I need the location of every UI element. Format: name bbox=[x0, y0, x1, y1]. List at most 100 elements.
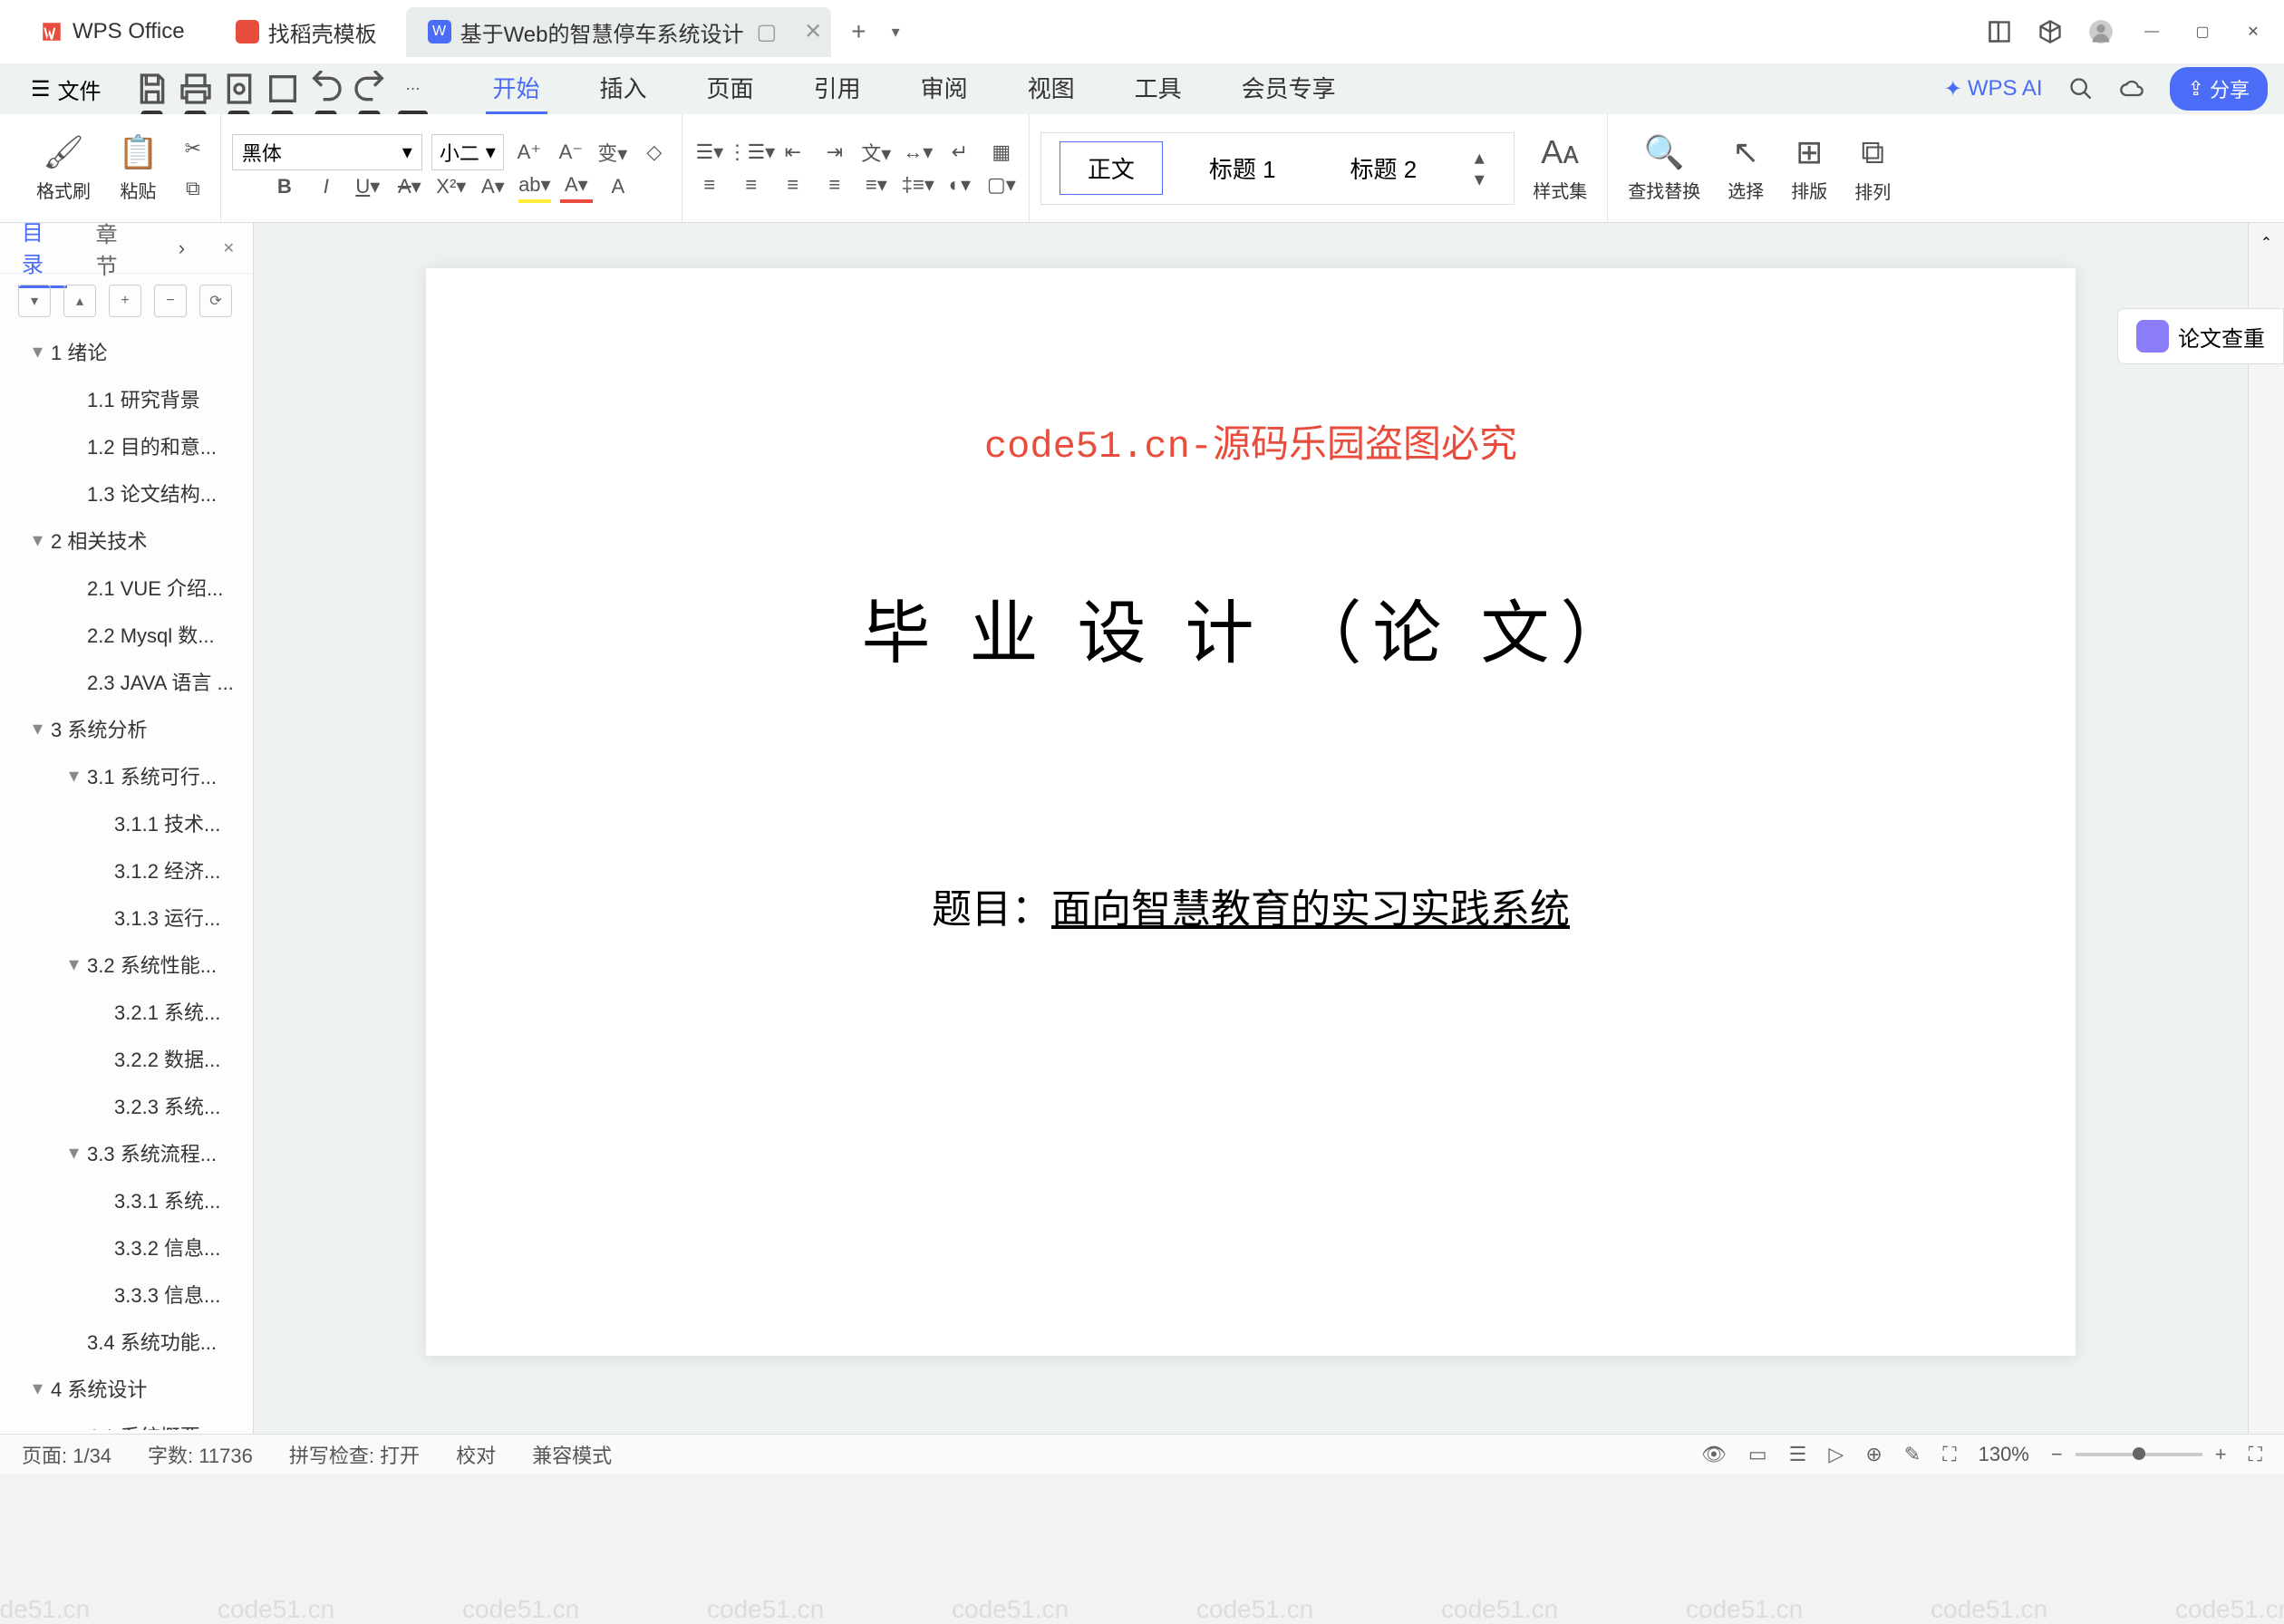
clear-format-icon[interactable]: ◇ bbox=[638, 136, 671, 169]
increase-font-icon[interactable]: A⁺ bbox=[513, 136, 546, 169]
align-right-icon[interactable]: ≡ bbox=[777, 169, 809, 201]
more-icon[interactable]: ⋯00 bbox=[395, 71, 431, 107]
highlight-icon[interactable]: ab▾ bbox=[518, 170, 551, 203]
outline-item[interactable]: 4.1 系统概要... bbox=[0, 1412, 253, 1430]
status-proof[interactable]: 校对 bbox=[456, 1440, 496, 1469]
menu-tab-vip[interactable]: 会员专享K bbox=[1234, 63, 1343, 114]
arrange-button[interactable]: ⊞排版 bbox=[1782, 130, 1836, 207]
font-size-select[interactable]: 小二▾ bbox=[431, 134, 504, 170]
eye-icon[interactable]: 👁 bbox=[1701, 1443, 1727, 1466]
zoom-in-icon[interactable]: + bbox=[2215, 1443, 2227, 1466]
fit-icon[interactable]: ⛶ bbox=[1942, 1443, 1956, 1466]
style-scroll-up-icon[interactable]: ▴ bbox=[1463, 149, 1495, 167]
remove-icon[interactable]: − bbox=[154, 285, 187, 317]
outline-item[interactable]: 3.3.2 信息... bbox=[0, 1223, 253, 1271]
preview-icon[interactable]: 4 bbox=[265, 71, 301, 107]
avatar-icon[interactable] bbox=[2088, 19, 2114, 44]
outline-view-icon[interactable]: ☰ bbox=[1789, 1443, 1807, 1466]
outline-item[interactable]: 2.1 VUE 介绍... bbox=[0, 564, 253, 611]
decrease-indent-icon[interactable]: ⇤ bbox=[777, 136, 809, 169]
menu-tab-ref[interactable]: 引用S bbox=[807, 63, 868, 114]
outline-item[interactable]: ▾ 4 系统设计 bbox=[0, 1365, 253, 1412]
style-set-button[interactable]: Aᴀ样式集 bbox=[1524, 130, 1596, 207]
increase-indent-icon[interactable]: ⇥ bbox=[818, 136, 851, 169]
wps-ai-button[interactable]: ✦WPS AI bbox=[1944, 76, 2043, 102]
undo-icon[interactable]: 5 bbox=[308, 71, 344, 107]
cloud-icon[interactable] bbox=[2119, 76, 2144, 102]
phonetic-icon[interactable]: 变▾ bbox=[596, 136, 629, 169]
redo-icon[interactable]: 6 bbox=[352, 71, 388, 107]
maximize-icon[interactable]: ▢ bbox=[2190, 19, 2215, 44]
copy-icon[interactable]: ⧉ bbox=[177, 172, 209, 205]
status-spell[interactable]: 拼写检查: 打开 bbox=[289, 1440, 420, 1469]
zoom-level[interactable]: 130% bbox=[1979, 1443, 2029, 1466]
format-painter-button[interactable]: 🖌格式刷 bbox=[27, 130, 100, 207]
zoom-slider[interactable]: − + bbox=[2051, 1443, 2227, 1466]
panel-tab-toc[interactable]: 目录 bbox=[18, 208, 67, 288]
line-break-icon[interactable]: ↵ bbox=[944, 136, 976, 169]
menu-tab-start[interactable]: 开始H bbox=[486, 63, 547, 114]
superscript-icon[interactable]: X²▾ bbox=[435, 170, 468, 203]
style-heading2[interactable]: 标题 2 bbox=[1322, 141, 1446, 195]
outline-item[interactable]: 1.2 目的和意... bbox=[0, 422, 253, 469]
italic-icon[interactable]: I bbox=[310, 170, 343, 203]
char-spacing-icon[interactable]: ↔▾ bbox=[902, 136, 934, 169]
save-icon[interactable]: 1 bbox=[134, 71, 170, 107]
window-layout-icon[interactable] bbox=[1987, 19, 2012, 44]
outline-item[interactable]: ▾ 1 绪论 bbox=[0, 328, 253, 375]
outline-item[interactable]: 3.4 系统功能... bbox=[0, 1318, 253, 1365]
strikethrough-icon[interactable]: A▾ bbox=[393, 170, 426, 203]
align-justify-icon[interactable]: ≡ bbox=[818, 169, 851, 201]
zoom-out-icon[interactable]: − bbox=[2051, 1443, 2063, 1466]
outline-item[interactable]: 3.1.3 运行... bbox=[0, 894, 253, 941]
outline-item[interactable]: 3.3.1 系统... bbox=[0, 1176, 253, 1223]
outline-item[interactable]: 3.1.2 经济... bbox=[0, 846, 253, 894]
collapse-icon[interactable]: ▾ bbox=[18, 285, 51, 317]
web-view-icon[interactable]: ⊕ bbox=[1865, 1443, 1882, 1466]
tab-add-button[interactable]: + bbox=[838, 10, 878, 53]
outline-item[interactable]: 3.2.3 系统... bbox=[0, 1082, 253, 1129]
tab-more-button[interactable]: ▾ bbox=[879, 15, 913, 49]
add-icon[interactable]: + bbox=[109, 285, 141, 317]
outline-item[interactable]: ▾ 2 相关技术 bbox=[0, 517, 253, 564]
outline-item[interactable]: 2.2 Mysql 数... bbox=[0, 611, 253, 658]
select-button[interactable]: ↖选择 bbox=[1718, 130, 1773, 207]
minimize-icon[interactable]: — bbox=[2139, 19, 2164, 44]
bullet-list-icon[interactable]: ☰▾ bbox=[693, 136, 726, 169]
outline-item[interactable]: ▾ 3.2 系统性能... bbox=[0, 941, 253, 988]
print-icon[interactable]: 2 bbox=[178, 71, 214, 107]
page-view-icon[interactable]: ▭ bbox=[1748, 1443, 1767, 1466]
outline-item[interactable]: ▾ 3 系统分析 bbox=[0, 705, 253, 752]
thesis-review-button[interactable]: 论文查重 bbox=[2117, 308, 2284, 364]
refresh-icon[interactable]: ⟳ bbox=[199, 285, 232, 317]
outline-item[interactable]: 3.2.2 数据... bbox=[0, 1035, 253, 1082]
share-button[interactable]: ⇪分享 bbox=[2170, 67, 2268, 111]
outline-item[interactable]: 1.3 论文结构... bbox=[0, 469, 253, 517]
align-button[interactable]: ⧉排列 bbox=[1845, 130, 1900, 208]
document-area[interactable]: code51.cn-源码乐园盗图必究 毕 业 设 计 （论 文） 题目：面向智慧… bbox=[254, 223, 2248, 1434]
file-menu[interactable]: ☰ 文件 F bbox=[16, 68, 116, 111]
text-effect-icon[interactable]: A▾ bbox=[477, 170, 509, 203]
tab-popout-icon[interactable]: ▢ bbox=[757, 19, 778, 45]
pen-icon[interactable]: ✎ bbox=[1904, 1443, 1921, 1466]
style-scroll-down-icon[interactable]: ▾ bbox=[1463, 170, 1495, 188]
text-direction-icon[interactable]: 文▾ bbox=[860, 136, 893, 169]
cut-icon[interactable]: ✂ bbox=[177, 132, 209, 165]
style-body[interactable]: 正文 bbox=[1060, 141, 1163, 195]
zoom-track[interactable] bbox=[2076, 1453, 2202, 1456]
font-color-icon[interactable]: A▾ bbox=[560, 170, 593, 203]
menu-tab-review[interactable]: 审阅R bbox=[914, 63, 975, 114]
tab-close-icon[interactable]: ✕ bbox=[804, 19, 822, 45]
align-center-icon[interactable]: ≡ bbox=[735, 169, 768, 201]
status-page[interactable]: 页面: 1/34 bbox=[22, 1440, 111, 1469]
fullscreen-icon[interactable]: ⛶ bbox=[2249, 1443, 2262, 1466]
menu-tab-view[interactable]: 视图W bbox=[1021, 63, 1082, 114]
paste-button[interactable]: 📋粘贴 bbox=[109, 130, 168, 207]
expand-icon[interactable]: ▴ bbox=[63, 285, 96, 317]
number-list-icon[interactable]: ⋮☰▾ bbox=[735, 136, 768, 169]
menu-tab-tool[interactable]: 工具L bbox=[1127, 63, 1189, 114]
reading-view-icon[interactable]: ▷ bbox=[1828, 1443, 1844, 1466]
tab-template[interactable]: 找稻壳模板 bbox=[214, 7, 399, 57]
style-heading1[interactable]: 标题 1 bbox=[1181, 141, 1304, 195]
tab-document-active[interactable]: W 基于Web的智慧停车系统设计 ▢ ✕ bbox=[406, 7, 832, 57]
